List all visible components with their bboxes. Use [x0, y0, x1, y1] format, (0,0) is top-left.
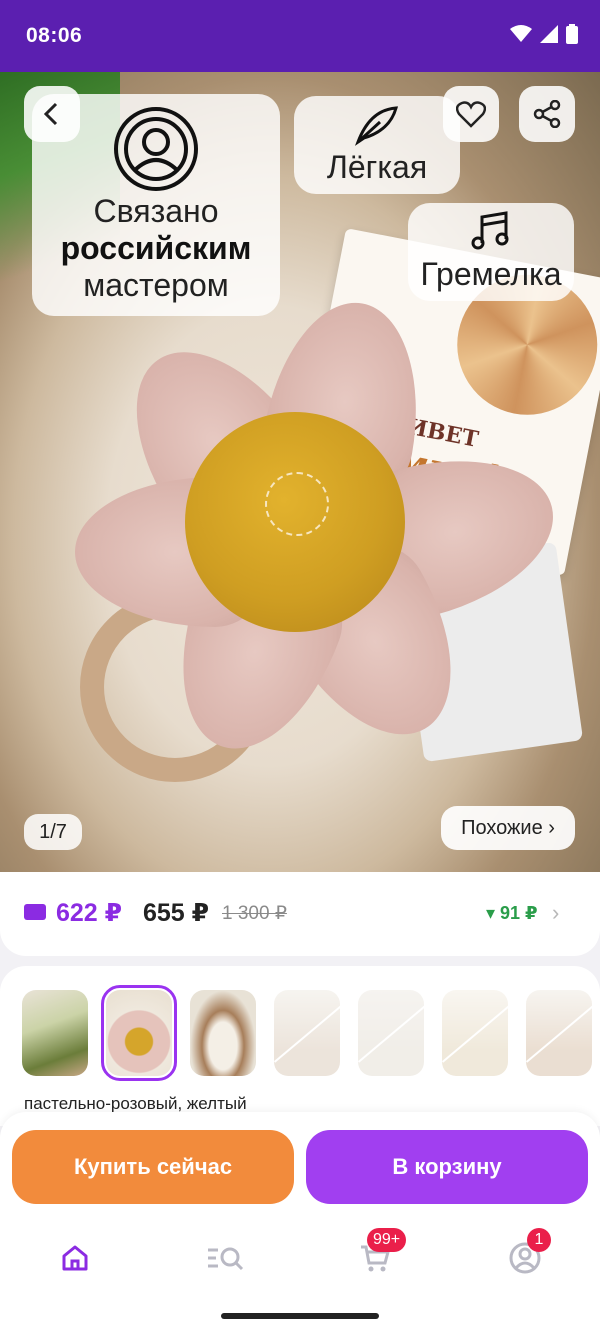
nav-cart[interactable]: 99+ [345, 1228, 407, 1278]
wallet-card-icon [24, 904, 46, 920]
variant-thumbnail-unavailable[interactable] [526, 990, 592, 1076]
variants-panel: пастельно-розовый, желтый [0, 966, 600, 1126]
master-icon [114, 107, 198, 191]
music-notes-icon [471, 211, 509, 250]
chevron-right-icon[interactable]: › [552, 900, 559, 926]
buy-now-button[interactable]: Купить сейчас [12, 1130, 294, 1204]
variant-thumbnail-unavailable[interactable] [358, 990, 424, 1076]
variant-thumbnail[interactable] [22, 990, 88, 1076]
battery-icon [566, 24, 578, 44]
cart-badge: 99+ [367, 1228, 407, 1252]
add-to-cart-button[interactable]: В корзину [306, 1130, 588, 1204]
image-counter: 1/7 [24, 814, 82, 850]
badge-master-line1: Связано [93, 193, 219, 229]
price-panel: 622 ₽ 655 ₽ 1 300 ₽ ▾ 91 ₽ › [0, 872, 600, 956]
heart-icon [456, 101, 486, 128]
variant-thumbnail[interactable] [190, 990, 256, 1076]
variant-thumbnails [22, 985, 592, 1081]
buy-bar: Купить сейчас В корзину [0, 1112, 600, 1220]
regular-price: 655 ₽ [143, 899, 210, 927]
nav-home[interactable] [45, 1238, 105, 1278]
badge-type-label: Гремелка [420, 256, 562, 292]
share-icon [533, 100, 561, 128]
back-button[interactable] [24, 86, 80, 142]
badge-difficulty: Лёгкая [294, 96, 460, 194]
nav-profile[interactable]: 1 [495, 1228, 555, 1278]
badge-difficulty-label: Лёгкая [326, 149, 428, 185]
old-price: 1 300 ₽ [222, 903, 287, 924]
cashback-amount[interactable]: ▾ 91 ₽ [486, 903, 538, 924]
home-icon [62, 1245, 88, 1271]
badge-type: Гремелка [408, 203, 574, 301]
status-bar: 08:06 [0, 0, 600, 72]
badge-master-line3: мастером [83, 267, 229, 303]
catalog-search-icon [208, 1247, 244, 1271]
status-time: 08:06 [26, 24, 83, 47]
status-icons [510, 24, 578, 44]
share-button[interactable] [519, 86, 575, 142]
chevron-left-icon [43, 102, 58, 126]
wallet-price: 622 ₽ [56, 899, 123, 927]
home-indicator [221, 1313, 379, 1319]
profile-badge: 1 [527, 1228, 551, 1252]
variant-color-text: пастельно-розовый, желтый [24, 1094, 247, 1113]
variant-thumbnail-unavailable[interactable] [274, 990, 340, 1076]
nav-catalog[interactable] [195, 1238, 255, 1278]
photo-flower-center [185, 412, 405, 632]
favorite-button[interactable] [443, 86, 499, 142]
feather-icon [354, 106, 399, 146]
similar-button[interactable]: Похожие › [441, 806, 575, 850]
badge-master-line2: российским [60, 230, 252, 266]
variant-thumbnail-selected[interactable] [101, 985, 177, 1081]
signal-icon [540, 25, 558, 43]
variant-thumbnail-unavailable[interactable] [442, 990, 508, 1076]
wifi-icon [510, 25, 532, 42]
